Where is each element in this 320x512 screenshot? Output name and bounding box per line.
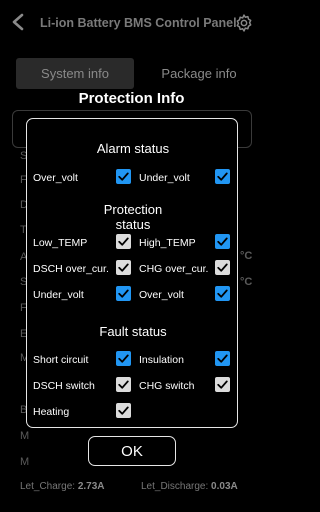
- heating-checkbox[interactable]: [116, 403, 131, 418]
- heating-label: Heating: [33, 406, 70, 418]
- background-row-label: M: [20, 456, 30, 468]
- alarm-over-volt-label: Over_volt: [33, 172, 78, 184]
- protection-info-dialog: Alarm status Over_volt Under_volt Protec…: [26, 118, 238, 428]
- charge-label: Let_Charge:: [20, 481, 76, 492]
- checkmark-icon: [118, 380, 129, 389]
- background-row-label: M: [20, 430, 30, 442]
- checkmark-icon: [118, 406, 129, 415]
- insulation-checkbox[interactable]: [215, 351, 230, 366]
- charge-value: 2.73A: [77, 481, 105, 492]
- protection-under-volt-checkbox[interactable]: [116, 286, 131, 301]
- checkmark-icon: [217, 354, 228, 363]
- tab-package-info[interactable]: Package info: [134, 58, 264, 89]
- chg-switch-label: CHG switch: [139, 380, 195, 392]
- background-unit: °C: [240, 250, 253, 262]
- discharge-value: 0.03A: [211, 481, 238, 492]
- alarm-over-volt-checkbox[interactable]: [116, 169, 131, 184]
- app-title: Li-ion Battery BMS Control Panel: [40, 16, 237, 30]
- fault-status-title: Fault status: [99, 324, 167, 339]
- checkmark-icon: [118, 263, 129, 272]
- tab-bar: System info Package info: [16, 58, 263, 89]
- checkmark-icon: [118, 172, 129, 181]
- dialog-title: Protection Info: [78, 90, 185, 107]
- discharge-label: Let_Discharge:: [141, 481, 209, 492]
- low-temp-label: Low_TEMP: [33, 237, 88, 249]
- protection-status-title-line2: status: [115, 217, 151, 232]
- protection-under-volt-label: Under_volt: [33, 289, 84, 301]
- short-circuit-checkbox[interactable]: [116, 351, 131, 366]
- alarm-status-title: Alarm status: [96, 141, 170, 156]
- low-temp-checkbox[interactable]: [116, 234, 131, 249]
- short-circuit-label: Short circuit: [33, 354, 89, 366]
- protection-over-volt-checkbox[interactable]: [215, 286, 230, 301]
- gear-icon[interactable]: [234, 13, 254, 33]
- protection-over-volt-label: Over_volt: [139, 289, 184, 301]
- chg-over-cur-label: CHG over_cur.: [139, 263, 209, 275]
- alarm-under-volt-checkbox[interactable]: [215, 169, 230, 184]
- checkmark-icon: [217, 172, 228, 181]
- tab-system-info[interactable]: System info: [16, 58, 134, 89]
- insulation-label: Insulation: [139, 354, 184, 366]
- chg-over-cur-checkbox[interactable]: [215, 260, 230, 275]
- dsch-over-cur-label: DSCH over_cur.: [33, 263, 109, 275]
- background-unit: °C: [240, 276, 253, 288]
- checkmark-icon: [217, 263, 228, 272]
- checkmark-icon: [217, 289, 228, 298]
- checkmark-icon: [118, 354, 129, 363]
- dsch-over-cur-checkbox[interactable]: [116, 260, 131, 275]
- high-temp-checkbox[interactable]: [215, 234, 230, 249]
- charge-stat: Let_Charge: 2.73A: [20, 481, 105, 492]
- checkmark-icon: [217, 380, 228, 389]
- dsch-switch-checkbox[interactable]: [116, 377, 131, 392]
- back-arrow-icon[interactable]: [10, 13, 26, 31]
- discharge-stat: Let_Discharge: 0.03A: [141, 481, 238, 492]
- checkmark-icon: [118, 289, 129, 298]
- alarm-under-volt-label: Under_volt: [139, 172, 190, 184]
- chg-switch-checkbox[interactable]: [215, 377, 230, 392]
- dsch-switch-label: DSCH switch: [33, 380, 95, 392]
- checkmark-icon: [118, 237, 129, 246]
- checkmark-icon: [217, 237, 228, 246]
- ok-button[interactable]: OK: [88, 436, 176, 466]
- high-temp-label: High_TEMP: [139, 237, 196, 249]
- top-bar: Li-ion Battery BMS Control Panel: [0, 0, 263, 46]
